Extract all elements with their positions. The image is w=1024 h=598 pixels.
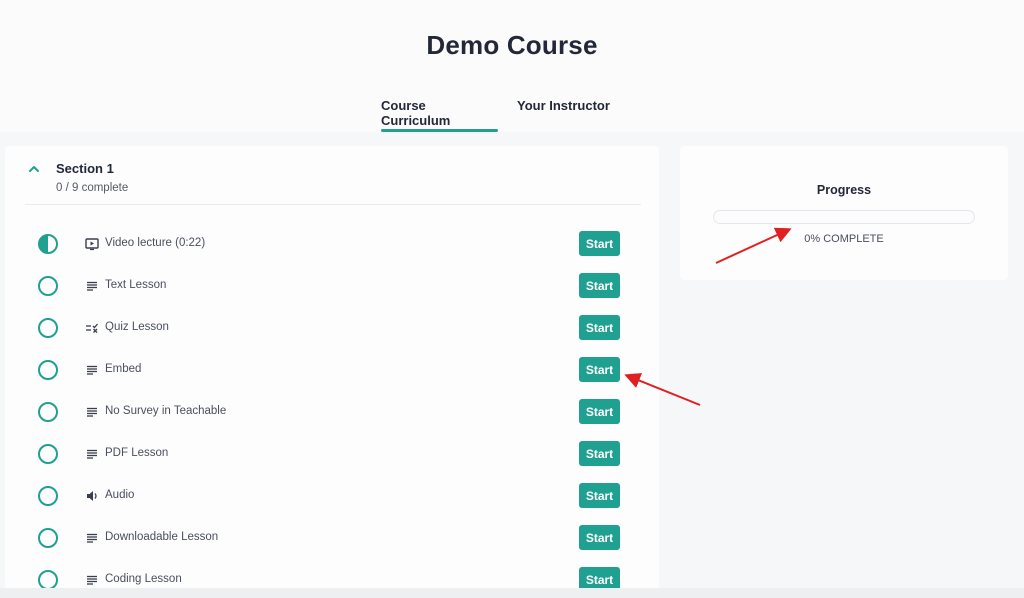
curriculum-card: Section 1 0 / 9 complete Video lecture (… [5,146,659,598]
start-button-text-lesson[interactable]: Start [579,273,620,298]
progress-label: 0% COMPLETE [804,233,884,245]
lesson-row[interactable]: Quiz Lesson Start [5,307,659,349]
lesson-title[interactable]: PDF Lesson [105,447,168,459]
text-icon [85,573,99,587]
section-completion: 0 / 9 complete [56,182,129,194]
start-button-embed[interactable]: Start [579,357,620,382]
text-icon [85,447,99,461]
progress-bar [713,210,975,224]
video-icon [85,237,99,251]
lesson-title[interactable]: Embed [105,363,141,375]
lesson-row[interactable]: Text Lesson Start [5,265,659,307]
lesson-title[interactable]: Quiz Lesson [105,321,169,333]
lesson-row[interactable]: PDF Lesson Start [5,433,659,475]
text-icon [85,279,99,293]
course-header: Demo Course Course Curriculum Your Instr… [0,0,1024,132]
incomplete-circle-icon [38,360,58,380]
start-button-no-survey-in-teachable[interactable]: Start [579,399,620,424]
incomplete-circle-icon [38,318,58,338]
section-header[interactable]: Section 1 0 / 9 complete [5,146,659,206]
lesson-row[interactable]: No Survey in Teachable Start [5,391,659,433]
text-icon [85,531,99,545]
course-tabs: Course Curriculum Your Instructor [0,98,1024,132]
start-button-quiz-lesson[interactable]: Start [579,315,620,340]
start-button-video-lecture-0-22[interactable]: Start [579,231,620,256]
section-title: Section 1 [56,161,114,176]
lesson-title[interactable]: Text Lesson [105,279,166,291]
lesson-row[interactable]: Video lecture (0:22) Start [5,223,659,265]
incomplete-circle-icon [38,402,58,422]
incomplete-circle-icon [38,570,58,590]
lesson-title[interactable]: Video lecture (0:22) [105,237,205,249]
lesson-row[interactable]: Embed Start [5,349,659,391]
chevron-up-icon[interactable] [27,162,41,176]
lesson-row[interactable]: Audio Start [5,475,659,517]
bottom-scroll-area [0,588,1024,598]
course-title: Demo Course [426,30,598,60]
incomplete-circle-icon [38,444,58,464]
tab-course-curriculum[interactable]: Course Curriculum [381,98,498,132]
tab-your-instructor[interactable]: Your Instructor [517,98,610,132]
text-icon [85,363,99,377]
start-button-pdf-lesson[interactable]: Start [579,441,620,466]
incomplete-circle-icon [38,486,58,506]
lesson-title[interactable]: Audio [105,489,134,501]
incomplete-circle-icon [38,276,58,296]
progress-title: Progress [816,183,872,197]
lesson-title[interactable]: Downloadable Lesson [105,531,218,543]
section-divider [25,204,641,205]
lesson-row[interactable]: Downloadable Lesson Start [5,517,659,559]
quiz-icon [85,321,99,335]
start-button-downloadable-lesson[interactable]: Start [579,525,620,550]
audio-icon [85,489,99,503]
progress-card: Progress 0% COMPLETE [680,146,1008,280]
half-complete-icon [38,234,58,254]
start-button-audio[interactable]: Start [579,483,620,508]
lesson-title[interactable]: Coding Lesson [105,573,182,585]
text-icon [85,405,99,419]
incomplete-circle-icon [38,528,58,548]
lesson-title[interactable]: No Survey in Teachable [105,405,226,417]
